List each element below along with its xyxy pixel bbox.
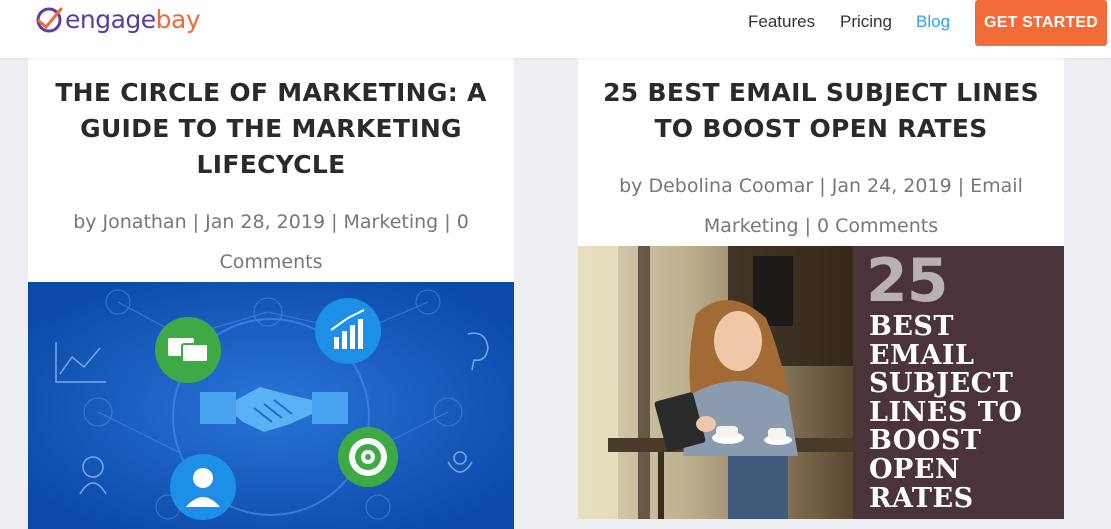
engagebay-logo[interactable]: engagebay bbox=[34, 5, 201, 35]
marketing-circle-illustration bbox=[28, 282, 514, 529]
overlay-line: OPEN bbox=[869, 453, 961, 485]
post-meta: by Jonathan | Jan 28, 2019 | Marketing |… bbox=[28, 202, 514, 282]
site-header: engagebay Features Pricing Blog GET STAR… bbox=[0, 0, 1111, 58]
post-title-line: TO BOOST OPEN RATES bbox=[654, 114, 988, 143]
overlay-line: BEST bbox=[869, 311, 954, 342]
get-started-button[interactable]: GET STARTED bbox=[975, 0, 1107, 46]
overlay-line: RATES bbox=[869, 482, 974, 514]
post-meta-line: Marketing | 0 Comments bbox=[703, 215, 939, 237]
post-meta-line: by Debolina Coomar | Jan 24, 2019 | Emai… bbox=[619, 175, 1023, 197]
post-thumbnail-email-subject-lines[interactable]: 25 BEST EMAIL SUBJECT LINES TO BOOST OPE… bbox=[578, 246, 1064, 519]
blog-post-card: 25 BEST EMAIL SUBJECT LINES TO BOOST OPE… bbox=[578, 58, 1064, 519]
post-meta-line: by Jonathan | Jan 28, 2019 | Marketing |… bbox=[73, 211, 469, 233]
overlay-text: BEST EMAIL SUBJECT LINES TO BOOST OPEN R… bbox=[869, 311, 1023, 514]
overlay-number: 25 bbox=[866, 246, 948, 316]
nav-features[interactable]: Features bbox=[748, 12, 815, 32]
post-title[interactable]: THE CIRCLE OF MARKETING: A GUIDE TO THE … bbox=[28, 75, 514, 183]
post-meta: by Debolina Coomar | Jan 24, 2019 | Emai… bbox=[578, 166, 1064, 246]
title-overlay-panel: 25 BEST EMAIL SUBJECT LINES TO BOOST OPE… bbox=[853, 246, 1064, 519]
post-title-line: LIFECYCLE bbox=[196, 150, 346, 179]
logo-text-engage: engage bbox=[65, 5, 156, 34]
logo-text-bay: bay bbox=[155, 5, 201, 34]
overlay-line: SUBJECT bbox=[869, 368, 1014, 400]
nav-pricing[interactable]: Pricing bbox=[840, 12, 892, 32]
overlay-line: EMAIL bbox=[869, 339, 975, 371]
nav-blog[interactable]: Blog bbox=[916, 12, 950, 32]
post-title-line: 25 BEST EMAIL SUBJECT LINES bbox=[603, 78, 1039, 107]
logo-mark-icon bbox=[36, 7, 63, 33]
post-meta-line: Comments bbox=[219, 251, 323, 273]
overlay-line: BOOST bbox=[869, 425, 982, 457]
post-title-line: GUIDE TO THE MARKETING bbox=[80, 114, 462, 143]
blog-post-card: THE CIRCLE OF MARKETING: A GUIDE TO THE … bbox=[28, 58, 514, 529]
post-thumbnail-marketing-circle[interactable] bbox=[28, 282, 514, 529]
post-title[interactable]: 25 BEST EMAIL SUBJECT LINES TO BOOST OPE… bbox=[578, 75, 1064, 147]
overlay-line: LINES TO bbox=[869, 396, 1023, 428]
post-title-line: THE CIRCLE OF MARKETING: A bbox=[55, 78, 487, 107]
